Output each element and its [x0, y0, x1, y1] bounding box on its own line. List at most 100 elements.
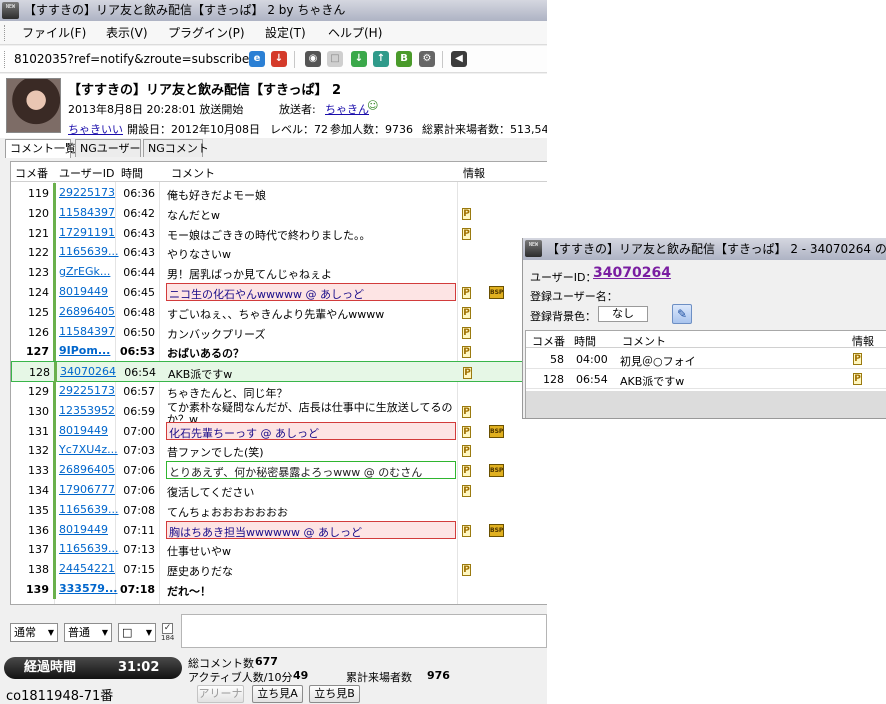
- row-userid-link[interactable]: gZrEGk...: [59, 265, 119, 278]
- comment-row[interactable]: 137 1165639... 07:13 仕事せいやw: [11, 539, 547, 560]
- menu-help[interactable]: ヘルプ(H): [328, 21, 382, 45]
- row-userid-link[interactable]: 34070264: [60, 365, 120, 378]
- row-userid-link[interactable]: 12353952: [59, 404, 119, 417]
- menu-plugin[interactable]: プラグイン(P): [168, 21, 245, 45]
- mode-select[interactable]: 通常 ▼: [10, 623, 58, 642]
- row-userid-link[interactable]: 1165639...: [59, 503, 119, 516]
- comment-row[interactable]: 135 1165639... 07:08 てんちょおおおおおおお: [11, 499, 547, 520]
- comment-row[interactable]: 131 8019449 07:00 化石先輩ちーっす @ あしっど P BSP: [11, 420, 547, 441]
- row-userid-link[interactable]: 26896405: [59, 463, 119, 476]
- comment-input[interactable]: [181, 614, 547, 648]
- premium-badge-icon: P: [853, 373, 862, 385]
- color-select[interactable]: □ ▼: [118, 623, 156, 642]
- comment-row[interactable]: 128 34070264 06:54 AKB派ですw P: [11, 361, 547, 383]
- col-header-time[interactable]: 時間: [121, 165, 143, 181]
- comment-row[interactable]: 120 11584397 06:42 なんだとw P: [11, 202, 547, 223]
- col-header-num[interactable]: コメ番: [532, 333, 565, 349]
- broadcaster-avatar[interactable]: [6, 78, 61, 133]
- comment-row[interactable]: 129 29225173 06:57 ちゃきたんと、同じ年？: [11, 381, 547, 401]
- col-header-info[interactable]: 情報: [463, 165, 485, 181]
- upload-icon[interactable]: ↑: [373, 51, 389, 67]
- comment-row[interactable]: 134 17906777 07:06 復活してください P: [11, 480, 547, 500]
- row-time: 07:11: [123, 523, 155, 537]
- speaker-icon[interactable]: ◀: [451, 51, 467, 67]
- tab-comment-list[interactable]: コメント一覧: [5, 139, 76, 158]
- userid-link[interactable]: 34070264: [593, 265, 671, 281]
- col-header-userid[interactable]: ユーザーID: [59, 165, 115, 181]
- row-userid-link[interactable]: 1165639...: [59, 542, 119, 555]
- tab-ng-comments[interactable]: NGコメント: [143, 139, 209, 157]
- row-num: 128: [543, 373, 564, 386]
- user-comment-row[interactable]: 128 06:54 AKB派ですw P: [526, 369, 886, 389]
- row-userid-link[interactable]: 29225173: [59, 384, 119, 397]
- comment-row[interactable]: 130 12353952 06:59 てか素朴な疑問なんだが、店長は仕事中に生放送して…: [11, 400, 547, 425]
- row-marker: [54, 362, 57, 383]
- comment-list[interactable]: コメ番 ユーザーID 時間 コメント 情報 119 29225173 06:36 俺も…: [10, 161, 547, 605]
- menu-settings[interactable]: 設定(T): [265, 21, 306, 45]
- row-num: 128: [29, 366, 50, 380]
- menu-view[interactable]: 表示(V): [106, 21, 148, 45]
- comment-row[interactable]: 132 Yc7XU4z... 07:03 昔ファンでした(笑) P: [11, 440, 547, 461]
- window-title: 【すすきの】リア友と飲み配信【すきっぱ】 2 by ちゃきん: [24, 3, 346, 17]
- row-userid-link[interactable]: 8019449: [59, 523, 119, 536]
- col-header-comment[interactable]: コメント: [622, 333, 666, 349]
- col-header-time[interactable]: 時間: [574, 333, 596, 349]
- url-box[interactable]: 8102035?ref=notify&zroute=subscribe: [14, 50, 249, 68]
- bg-color-value[interactable]: なし: [598, 306, 648, 322]
- comment-row[interactable]: 119 29225173 06:36 俺も好きだよモー娘: [11, 183, 547, 203]
- premium-badge-icon: P: [462, 346, 471, 359]
- comment-row[interactable]: 122 1165639... 06:43 やりなさいw: [11, 242, 547, 263]
- col-header-info[interactable]: 情報: [852, 333, 874, 349]
- row-userid-link[interactable]: 26896405: [59, 305, 119, 318]
- row-userid-link[interactable]: Yc7XU4z...: [59, 443, 119, 456]
- menu-file[interactable]: ファイル(F): [22, 21, 86, 45]
- row-userid-link[interactable]: 8019449: [59, 424, 119, 437]
- row-userid-link[interactable]: 9IPom...: [59, 344, 119, 357]
- download-icon[interactable]: ↓: [351, 51, 367, 67]
- row-userid-link[interactable]: 333579...: [59, 582, 119, 595]
- comment-row[interactable]: 127 9IPom... 06:53 おばいあるの？ P: [11, 341, 547, 362]
- row-userid-link[interactable]: 17906777: [59, 483, 119, 496]
- size-select[interactable]: 普通 ▼: [64, 623, 112, 642]
- main-titlebar[interactable]: NEW 【すすきの】リア友と飲み配信【すきっぱ】 2 by ちゃきん: [0, 0, 547, 21]
- anonymous-checkbox[interactable]: ✓: [162, 623, 173, 634]
- user-comment-list[interactable]: コメ番 時間 コメント 情報 58 04:00 初見＠○フォイ P 128 06…: [525, 330, 886, 418]
- row-userid-link[interactable]: 11584397: [59, 325, 119, 338]
- row-userid-link[interactable]: 17291191: [59, 226, 119, 239]
- follow-icon[interactable]: ☺: [367, 99, 378, 112]
- disconnect-icon[interactable]: ↓: [271, 51, 287, 67]
- comment-row[interactable]: 133 26896405 07:06 とりあえず、何か秘密暴露よろっwww @ のむさ…: [11, 460, 547, 481]
- wrench-icon[interactable]: ✎: [672, 304, 692, 324]
- col-header-num[interactable]: コメ番: [15, 165, 48, 181]
- bsp-badge-icon: BSP: [489, 424, 504, 438]
- col-header-comment[interactable]: コメント: [171, 165, 215, 181]
- row-userid-link[interactable]: 29225173: [59, 186, 119, 199]
- gear-icon[interactable]: ⚙: [419, 51, 435, 67]
- comment-row[interactable]: 126 11584397 06:50 カンバックプリーズ P: [11, 321, 547, 342]
- row-userid-link[interactable]: 8019449: [59, 285, 119, 298]
- comment-row[interactable]: 139 333579... 07:18 だれ～！: [11, 579, 547, 599]
- row-userid-link[interactable]: 11584397: [59, 206, 119, 219]
- stand-b-button[interactable]: 立ち見B: [309, 685, 360, 703]
- row-comment: だれ～！: [167, 585, 211, 598]
- comment-row[interactable]: 125 26896405 06:48 すごいねぇ、、ちゃきんより先輩やんwwww P: [11, 301, 547, 322]
- row-marker: [53, 321, 56, 342]
- broadcaster-link[interactable]: ちゃきん: [325, 101, 369, 117]
- row-userid-link[interactable]: 24454221: [59, 562, 119, 575]
- toolbar-grip[interactable]: [4, 51, 7, 68]
- tab-ng-users[interactable]: NGユーザー: [75, 139, 141, 157]
- bsp-tool-icon[interactable]: B: [396, 51, 412, 67]
- comment-row[interactable]: 121 17291191 06:43 モー娘はごききの時代で終わりました。。 P: [11, 222, 547, 243]
- comment-row[interactable]: 124 8019449 06:45 ニコ生の化石やんwwwww @ あしっど P BSP: [11, 282, 547, 302]
- comment-row[interactable]: 138 24454221 07:15 歴史ありだな P: [11, 559, 547, 580]
- sub-titlebar[interactable]: NEW 【すすきの】リア友と飲み配信【すきっぱ】 2 - 34070264 の詳…: [523, 238, 886, 260]
- user-comment-row[interactable]: 58 04:00 初見＠○フォイ P: [526, 349, 886, 369]
- comment-row[interactable]: 136 8019449 07:11 胸はちあき担当wwwwww @ あしっど P BSP: [11, 519, 547, 540]
- menubar-grip[interactable]: [4, 25, 7, 41]
- connect-icon[interactable]: e: [249, 51, 265, 67]
- comment-row[interactable]: 123 gZrEGk... 06:44 男！居乳ばっか見てんじゃねぇよ: [11, 262, 547, 283]
- camera-icon[interactable]: ◉: [305, 51, 321, 67]
- stand-a-button[interactable]: 立ち見A: [252, 685, 303, 703]
- row-userid-link[interactable]: 1165639...: [59, 245, 119, 258]
- community-link[interactable]: ちゃきいい: [68, 121, 123, 137]
